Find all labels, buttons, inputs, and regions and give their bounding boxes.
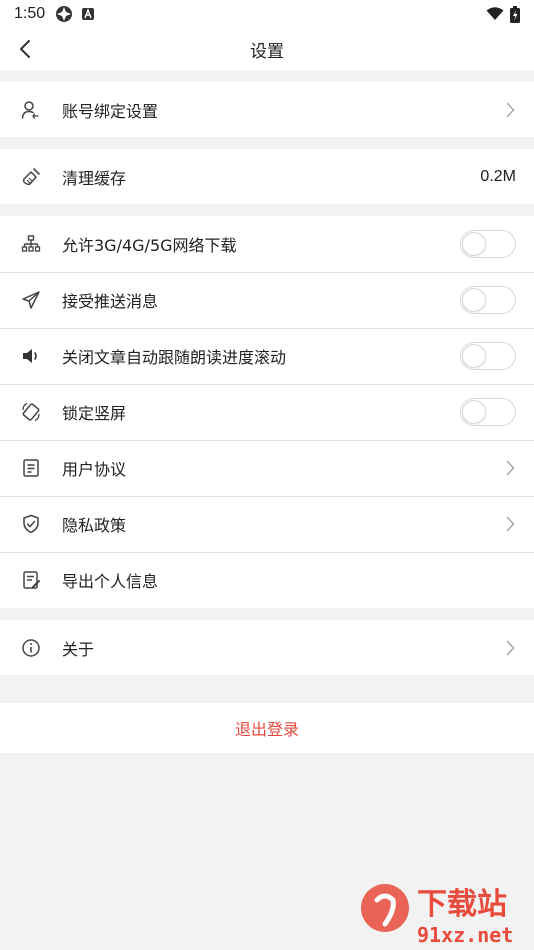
paper-plane-icon xyxy=(20,289,42,311)
screen-rotation-icon xyxy=(20,401,42,423)
clear-cache-label: 清理缓存 xyxy=(62,168,127,188)
chevron-right-icon xyxy=(504,639,516,657)
nav-bar: 设置 xyxy=(0,28,534,70)
push-messages-toggle[interactable] xyxy=(460,286,516,314)
privacy-policy-label: 隐私政策 xyxy=(62,516,127,535)
user-link-icon xyxy=(20,99,42,121)
logout-button[interactable]: 退出登录 xyxy=(0,703,534,753)
watermark-logo: 下载站 91xz.net xyxy=(361,884,513,947)
network-tree-icon xyxy=(20,233,42,255)
info-icon xyxy=(20,637,42,659)
push-messages-row: 接受推送消息 xyxy=(0,272,534,328)
user-agreement-label: 用户协议 xyxy=(62,460,127,479)
preferences-group: 允许3G/4G/5G网络下载 接受推送消息 关闭文章自动跟随朗读进度滚动 锁定竖… xyxy=(0,216,534,608)
about-group: 关于 xyxy=(0,620,534,675)
logout-label: 退出登录 xyxy=(234,720,299,739)
watermark-brand: 下载站 xyxy=(417,887,507,922)
cache-size: 0.2M xyxy=(480,167,516,185)
broom-icon xyxy=(20,166,42,188)
back-button[interactable] xyxy=(12,36,38,62)
auto-scroll-label: 关闭文章自动跟随朗读进度滚动 xyxy=(62,348,287,367)
lock-portrait-label: 锁定竖屏 xyxy=(62,404,127,423)
chevron-left-icon xyxy=(20,40,30,58)
about-row[interactable]: 关于 xyxy=(0,620,534,675)
chevron-right-icon xyxy=(504,459,516,477)
store-notification-icon xyxy=(82,8,95,20)
account-binding-row[interactable]: 账号绑定设置 xyxy=(0,82,534,137)
about-label: 关于 xyxy=(62,639,95,659)
lock-portrait-row: 锁定竖屏 xyxy=(0,384,534,440)
network-download-toggle[interactable] xyxy=(460,230,516,258)
account-group: 账号绑定设置 xyxy=(0,82,534,137)
status-time: 1:50 xyxy=(14,5,46,22)
watermark-site: 91xz.net xyxy=(417,923,513,947)
clear-cache-row[interactable]: 清理缓存 0.2M xyxy=(0,149,534,204)
export-info-row[interactable]: 导出个人信息 xyxy=(0,552,534,608)
push-messages-label: 接受推送消息 xyxy=(62,292,159,311)
status-bar: 1:50 xyxy=(0,0,534,28)
app-notification-icon xyxy=(56,6,73,22)
chevron-right-icon xyxy=(504,101,516,119)
user-agreement-row[interactable]: 用户协议 xyxy=(0,440,534,496)
auto-scroll-row: 关闭文章自动跟随朗读进度滚动 xyxy=(0,328,534,384)
speaker-icon xyxy=(20,345,42,367)
cache-group: 清理缓存 0.2M xyxy=(0,149,534,204)
network-download-row: 允许3G/4G/5G网络下载 xyxy=(0,216,534,272)
auto-scroll-toggle[interactable] xyxy=(460,342,516,370)
export-info-label: 导出个人信息 xyxy=(62,572,159,591)
lock-portrait-toggle[interactable] xyxy=(460,398,516,426)
document-icon xyxy=(20,457,42,479)
account-binding-label: 账号绑定设置 xyxy=(62,101,159,121)
export-document-icon xyxy=(20,569,42,591)
battery-icon xyxy=(510,5,520,23)
page-title: 设置 xyxy=(250,41,284,62)
wifi-icon xyxy=(486,7,504,20)
privacy-policy-row[interactable]: 隐私政策 xyxy=(0,496,534,552)
chevron-right-icon xyxy=(504,515,516,533)
shield-check-icon xyxy=(20,513,42,535)
network-download-label: 允许3G/4G/5G网络下载 xyxy=(62,236,237,255)
